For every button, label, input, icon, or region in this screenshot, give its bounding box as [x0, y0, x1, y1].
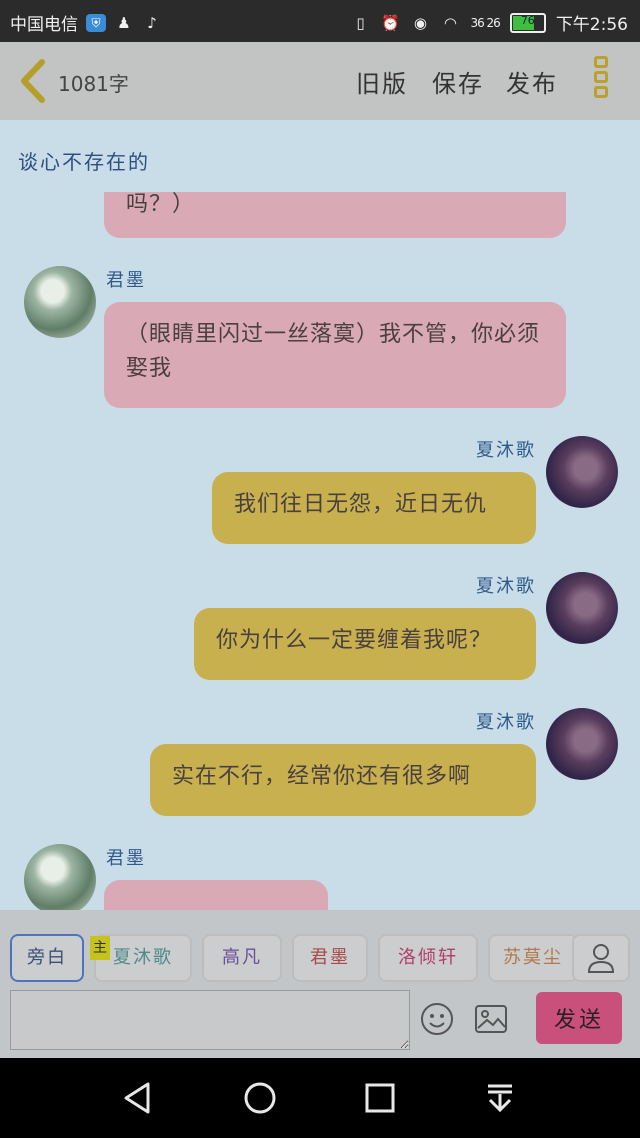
sender-name: 夏沐歌 — [476, 440, 536, 461]
editor-toolbar: 1081字 旧版 保存 发布 — [0, 42, 640, 120]
avatar[interactable] — [24, 844, 96, 910]
role-chip-narrator[interactable]: 旁白 — [10, 934, 84, 982]
eye-comfort-icon: ◉ — [413, 13, 427, 32]
role-label: 苏莫尘 — [503, 947, 563, 968]
notification-pull-down-icon[interactable] — [482, 1080, 518, 1116]
role-label: 夏沐歌 — [113, 947, 173, 968]
chat-messages[interactable]: 吗？） 君墨 （眼睛里闪过一丝落寞）我不管，你必须娶我 夏沐歌 我们往日无怨，近… — [0, 192, 640, 910]
carrier-label: 中国电信 — [10, 15, 78, 35]
avatar[interactable] — [546, 436, 618, 508]
avatar[interactable] — [546, 572, 618, 644]
role-chip[interactable]: 高凡 — [202, 934, 282, 982]
recents-square-icon[interactable] — [362, 1080, 398, 1116]
add-role-user-icon[interactable] — [572, 934, 630, 982]
vibrate-icon: ▯ — [356, 13, 365, 32]
message-bubble[interactable] — [104, 880, 328, 910]
main-role-badge: 主 — [90, 936, 110, 960]
alarm-icon: ⏰ — [381, 13, 400, 32]
message-text: 吗？） — [126, 192, 196, 217]
more-menu-icon[interactable] — [594, 56, 614, 108]
cellular-signal-icon: 36 26 — [470, 15, 500, 30]
message-text: 实在不行，经常你还有很多啊 — [172, 764, 472, 789]
old-version-button[interactable]: 旧版 — [356, 64, 408, 99]
role-chip[interactable]: 苏莫尘 — [488, 934, 578, 982]
role-label: 旁白 — [27, 947, 67, 968]
message-bubble[interactable]: 吗？） — [104, 192, 566, 238]
message-bubble[interactable]: 实在不行，经常你还有很多啊 — [150, 744, 536, 816]
back-chevron-icon[interactable] — [16, 58, 50, 104]
save-button[interactable]: 保存 — [432, 64, 484, 99]
publish-button[interactable]: 发布 — [506, 64, 558, 99]
battery-level: 76 — [520, 13, 535, 27]
send-button[interactable]: 发送 — [536, 992, 622, 1044]
role-selector: 旁白 夏沐歌 主 高凡 君墨 洛倾轩 苏莫尘 — [0, 910, 640, 986]
message-text: 我们往日无怨，近日无仇 — [234, 492, 488, 517]
image-icon[interactable] — [474, 1004, 508, 1034]
message-bubble[interactable]: （眼睛里闪过一丝落寞）我不管，你必须娶我 — [104, 302, 566, 408]
sender-name: 夏沐歌 — [476, 576, 536, 597]
role-chip[interactable]: 洛倾轩 — [378, 934, 478, 982]
wifi-icon: ◠ — [443, 13, 457, 32]
chat-header: 谈心不存在的 — [0, 120, 640, 192]
battery-icon: 76 — [509, 12, 546, 33]
message-text: 你为什么一定要缠着我呢？ — [216, 628, 493, 653]
status-bar: 中国电信 ⛨ ♟ ♪ ▯ ⏰ ◉ ◠ 36 26 76 下午2:56 — [0, 0, 640, 42]
clock: 下午2:56 — [555, 15, 628, 35]
role-label: 洛倾轩 — [398, 947, 458, 968]
message-input[interactable] — [10, 990, 410, 1050]
role-label: 君墨 — [310, 947, 350, 968]
home-circle-icon[interactable] — [242, 1080, 278, 1116]
message-bubble[interactable]: 我们往日无怨，近日无仇 — [212, 472, 536, 544]
sender-name: 君墨 — [106, 848, 146, 869]
tiktok-icon: ♪ — [147, 13, 157, 32]
back-triangle-icon[interactable] — [120, 1080, 156, 1116]
sender-name: 君墨 — [106, 270, 146, 291]
message-bubble[interactable]: 你为什么一定要缠着我呢？ — [194, 608, 536, 680]
message-text: （眼睛里闪过一丝落寞）我不管，你必须娶我 — [126, 322, 541, 381]
word-count: 1081字 — [58, 72, 129, 96]
role-chip[interactable]: 君墨 — [292, 934, 368, 982]
emoji-icon[interactable] — [420, 1002, 454, 1036]
avatar[interactable] — [24, 266, 96, 338]
chat-title: 谈心不存在的 — [18, 150, 150, 174]
qq-penguin-icon: ♟ — [117, 13, 131, 32]
system-navigation-bar — [0, 1058, 640, 1138]
input-bar: 发送 — [0, 986, 640, 1058]
role-label: 高凡 — [222, 947, 262, 968]
avatar[interactable] — [546, 708, 618, 780]
security-shield-icon: ⛨ — [86, 13, 106, 32]
sender-name: 夏沐歌 — [476, 712, 536, 733]
